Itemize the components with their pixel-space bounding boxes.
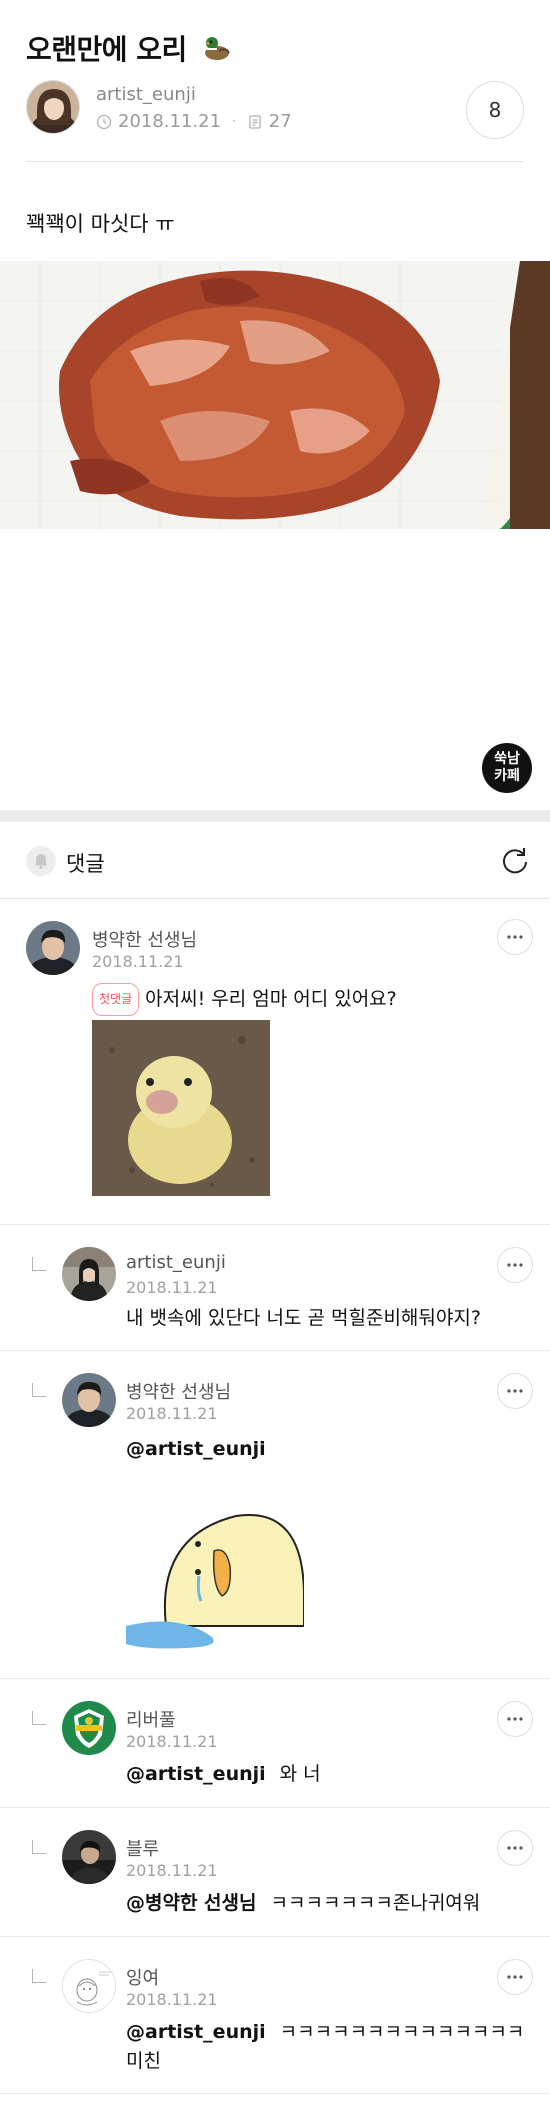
post-title-text: 오랜만에 오리 — [26, 33, 187, 66]
refresh-icon[interactable] — [500, 846, 530, 876]
reply-indicator-icon — [32, 1257, 46, 1271]
comment-date: 2018.11.21 — [126, 1861, 218, 1880]
comment-text: 첫댓글 아저씨! 우리 엄마 어디 있어요? — [92, 983, 397, 1016]
commenter-name[interactable]: artist_eunji — [126, 1252, 226, 1273]
cafe-logo-line2: 카페 — [494, 768, 520, 784]
commenter-name[interactable]: 리버풀 — [126, 1706, 176, 1732]
comment-section-label: 댓글 — [66, 852, 105, 876]
author-name[interactable]: artist_eunji — [96, 84, 196, 105]
comment-text: @artist_eunji — [126, 1435, 280, 1464]
comment-body: ㅋㅋㅋㅋㅋㅋㅋㅋㅋㅋㅋㅋㅋㅋ — [279, 2021, 525, 2043]
comment-sticker-crying-duck[interactable] — [126, 1476, 304, 1652]
more-options-button[interactable] — [497, 1830, 533, 1866]
comment-date: 2018.11.21 — [92, 952, 184, 971]
cafe-logo-line1: 쑥남 — [494, 751, 520, 767]
reply-indicator-icon — [32, 1383, 46, 1397]
post-image[interactable] — [0, 261, 550, 529]
post-header: 오랜만에 오리 artist_eunji 2018.11.21 · 27 8 — [0, 0, 550, 162]
duck-icon — [202, 33, 232, 70]
comment-item: 병약한 선생님 2018.11.21 첫댓글 아저씨! 우리 엄마 어디 있어요? — [0, 899, 550, 1225]
post-date: 2018.11.21 — [118, 111, 222, 132]
post-meta: 2018.11.21 · 27 — [96, 111, 292, 132]
more-options-button[interactable] — [497, 1959, 533, 1995]
comment-count-button[interactable]: 8 — [466, 81, 524, 139]
commenter-avatar[interactable] — [62, 1373, 116, 1427]
reply-indicator-icon — [32, 1840, 46, 1854]
commenter-name[interactable]: 잉여 — [126, 1964, 159, 1990]
commenter-avatar[interactable] — [26, 921, 80, 975]
comment-body: 아저씨! 우리 엄마 어디 있어요? — [145, 988, 397, 1010]
post-title: 오랜만에 오리 — [26, 28, 232, 70]
commenter-name[interactable]: 블루 — [126, 1835, 159, 1861]
comment-date: 2018.11.21 — [126, 1990, 218, 2009]
cafe-logo: 쑥남 카페 — [482, 743, 532, 793]
post-body-text: 꽥꽥이 마싯다 ㅠ — [26, 212, 175, 236]
commenter-avatar[interactable] — [62, 1830, 116, 1884]
reply-indicator-icon — [32, 1969, 46, 1983]
reply-item: 잉여 2018.11.21 @artist_eunji ㅋㅋㅋㅋㅋㅋㅋㅋㅋㅋㅋㅋㅋ… — [0, 1937, 550, 2094]
clock-icon — [96, 114, 112, 129]
mention-tag[interactable]: @병약한 선생님 — [126, 1892, 257, 1914]
comment-date: 2018.11.21 — [126, 1732, 218, 1751]
section-divider — [0, 810, 550, 822]
reply-item: 병약한 선생님 2018.11.21 @artist_eunji — [0, 1351, 550, 1679]
reply-item: 블루 2018.11.21 @병약한 선생님 ㅋㅋㅋㅋㅋㅋㅋ존나귀여워 — [0, 1808, 550, 1937]
comment-text: @artist_eunji ㅋㅋㅋㅋㅋㅋㅋㅋㅋㅋㅋㅋㅋㅋ 미친 — [126, 2018, 526, 2076]
comment-sticker-duckling[interactable] — [92, 1020, 270, 1196]
comment-date: 2018.11.21 — [126, 1278, 218, 1297]
more-options-button[interactable] — [497, 1701, 533, 1737]
view-count: 27 — [268, 111, 292, 132]
reply-item: artist_eunji 2018.11.21 내 뱃속에 있단다 너도 곧 먹… — [0, 1225, 550, 1351]
commenter-avatar[interactable] — [62, 1247, 116, 1301]
document-icon — [249, 114, 261, 129]
comment-text: @병약한 선생님 ㅋㅋㅋㅋㅋㅋㅋ존나귀여워 — [126, 1889, 480, 1918]
comment-body: 내 뱃속에 있단다 너도 곧 먹힐준비해둬야지? — [126, 1307, 481, 1329]
author-avatar[interactable] — [26, 80, 80, 134]
reply-item: 리버풀 2018.11.21 @artist_eunji 와 너 — [0, 1679, 550, 1808]
meta-separator: · — [231, 111, 237, 132]
comment-body-line2: 미친 — [126, 2050, 161, 2072]
commenter-name[interactable]: 병약한 선생님 — [126, 1378, 231, 1404]
first-comment-badge: 첫댓글 — [92, 983, 140, 1016]
comment-body: ㅋㅋㅋㅋㅋㅋㅋ존나귀여워 — [270, 1892, 481, 1914]
commenter-avatar[interactable] — [62, 1701, 116, 1755]
more-options-button[interactable] — [497, 1247, 533, 1283]
more-options-button[interactable] — [497, 919, 533, 955]
header-divider — [26, 161, 524, 162]
comment-text: @artist_eunji 와 너 — [126, 1760, 321, 1789]
commenter-name[interactable]: 병약한 선생님 — [92, 926, 197, 952]
reply-indicator-icon — [32, 1711, 46, 1725]
comment-header-bar: 댓글 — [0, 822, 550, 899]
more-options-button[interactable] — [497, 1373, 533, 1409]
mention-tag[interactable]: @artist_eunji — [126, 1438, 266, 1460]
comment-body: 와 너 — [279, 1763, 321, 1785]
mention-tag[interactable]: @artist_eunji — [126, 1763, 266, 1785]
mention-tag[interactable]: @artist_eunji — [126, 2021, 266, 2043]
bell-icon[interactable] — [26, 846, 56, 876]
comment-date: 2018.11.21 — [126, 1404, 218, 1423]
commenter-avatar[interactable] — [62, 1959, 116, 2013]
